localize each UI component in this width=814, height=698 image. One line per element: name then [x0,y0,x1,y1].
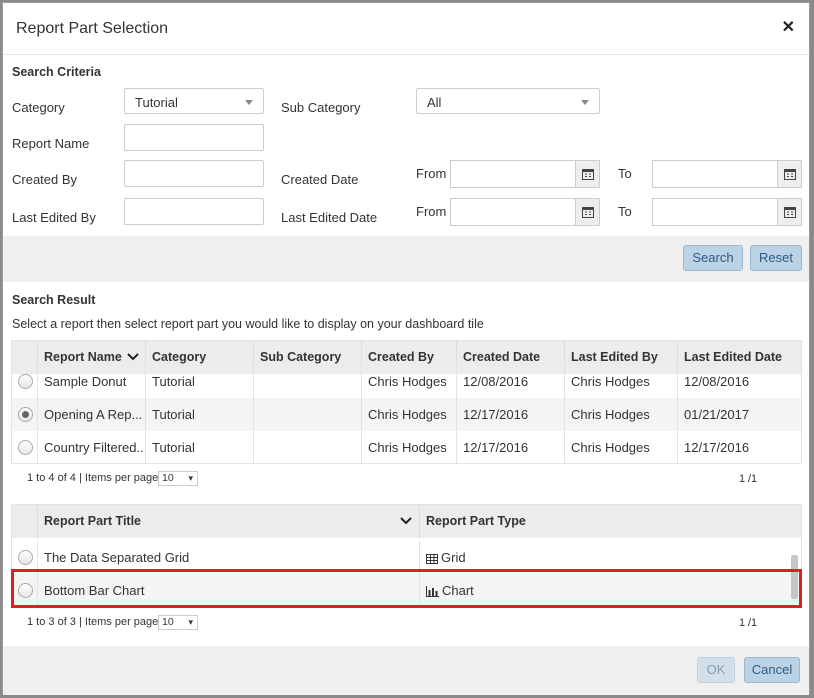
cell-created-by: Chris Hodges [362,398,457,431]
calendar-icon[interactable] [575,161,599,187]
chevron-down-icon[interactable] [400,517,412,526]
cell-last-edited-by: Chris Hodges [565,398,678,431]
created-date-to-input[interactable] [652,160,802,188]
chevron-down-icon[interactable] [127,353,139,362]
table-row[interactable]: Sample Donut Tutorial Chris Hodges 12/08… [12,365,801,398]
cell-created-date: 12/08/2016 [457,365,565,398]
cell-category: Tutorial [146,431,254,463]
report-part-type-label: Grid [441,550,466,565]
subcategory-select[interactable]: All [416,88,600,114]
calendar-icon[interactable] [777,199,801,225]
last-edited-by-input[interactable] [124,198,264,225]
cell-last-edited-date: 12/08/2016 [684,374,750,389]
parts-grid-pager-text: 1 to 3 of 3 | Items per page [27,616,159,628]
cell-created-date: 12/17/2016 [457,398,565,431]
select-column-header [12,505,38,538]
edited-date-from-input[interactable] [450,198,600,226]
chevron-down-icon [581,100,589,105]
cell-report-name: Country Filtered... [38,431,146,463]
last-edited-date-label: Last Edited Date [281,210,378,225]
edited-from-label: From [416,204,447,219]
cell-last-edited-date: 01/21/2017 [684,407,750,422]
subcategory-select-value: All [427,95,442,110]
cell-category: Tutorial [146,398,254,431]
selection-highlight-box [11,569,802,608]
report-part-grid-header: Report Part Title Report Part Type [12,505,801,538]
category-select-value: Tutorial [135,95,178,110]
reset-button[interactable]: Reset [750,245,802,271]
table-row[interactable]: Opening A Rep... Tutorial Chris Hodges 1… [12,398,801,431]
created-date-label: Created Date [281,172,359,187]
search-result-heading: Search Result [12,293,96,307]
search-button[interactable]: Search [683,245,743,271]
report-name-label: Report Name [12,136,90,151]
cell-created-by: Chris Hodges [362,431,457,463]
cell-last-edited-date: 12/17/2016 [684,440,750,455]
row-radio[interactable] [18,440,33,455]
calendar-icon[interactable] [777,161,801,187]
report-name-input[interactable] [124,124,264,151]
cell-category: Tutorial [146,365,254,398]
created-date-from-input[interactable] [450,160,600,188]
cell-report-name: Opening A Rep... [38,398,146,431]
column-header-label: Report Name [44,350,122,364]
dialog-footer: OK Cancel [3,646,809,695]
cell-sub-category [254,431,362,463]
report-grid: Report Name Category Sub Category Create… [11,340,802,464]
dialog-title: Report Part Selection [16,20,169,37]
cell-last-edited-by: Chris Hodges [565,431,678,463]
ok-button[interactable]: OK [697,657,735,683]
cell-last-edited-by: Chris Hodges [565,365,678,398]
search-criteria-heading: Search Criteria [12,65,101,79]
subcategory-label: Sub Category [281,100,361,115]
column-header-label: Report Part Title [44,514,142,528]
parts-page-total: /1 [748,617,758,629]
cell-sub-category [254,365,362,398]
cancel-button[interactable]: Cancel [744,657,800,683]
cell-created-by: Chris Hodges [362,365,457,398]
cell-sub-category [254,398,362,431]
row-radio[interactable] [18,374,33,389]
search-result-instruction: Select a report then select report part … [12,317,484,331]
cell-report-name: Sample Donut [38,365,146,398]
items-per-page-value: 10 [162,472,174,484]
created-from-label: From [416,166,447,181]
items-per-page-value: 10 [162,616,174,628]
calendar-icon[interactable] [575,199,599,225]
search-actions-bar: Search Reset [3,236,809,282]
report-page-total: /1 [748,473,758,485]
row-radio-selected[interactable] [18,407,33,422]
category-select[interactable]: Tutorial [124,88,264,114]
report-grid-pager-text: 1 to 4 of 4 | Items per page [27,472,159,484]
edited-date-to-input[interactable] [652,198,802,226]
created-to-label: To [618,166,632,181]
edited-to-label: To [618,204,632,219]
cell-created-date: 12/17/2016 [457,431,565,463]
grid-icon [426,553,438,564]
column-header-report-part-type[interactable]: Report Part Type [420,505,801,538]
column-header-report-part-title[interactable]: Report Part Title [38,505,420,538]
last-edited-by-label: Last Edited By [12,210,96,225]
parts-items-per-page-select[interactable]: 10 [158,615,198,630]
table-row[interactable]: Country Filtered... Tutorial Chris Hodge… [12,431,801,463]
parts-page-current[interactable]: 1 [739,617,745,629]
report-items-per-page-select[interactable]: 10 [158,471,198,486]
chevron-down-icon [245,100,253,105]
dialog-titlebar: Report Part Selection ✕ [3,3,809,55]
created-by-input[interactable] [124,160,264,187]
report-part-selection-dialog: Report Part Selection ✕ Search Criteria … [2,2,810,695]
row-radio[interactable] [18,550,33,565]
close-icon[interactable]: ✕ [782,17,795,37]
created-by-label: Created By [12,172,78,187]
report-page-current[interactable]: 1 [739,473,745,485]
category-label: Category [12,100,65,115]
